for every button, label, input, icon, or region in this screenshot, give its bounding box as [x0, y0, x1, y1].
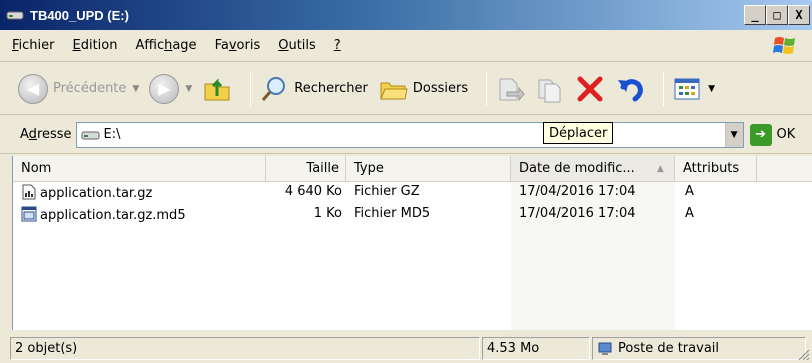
table-row[interactable]: application.tar.gz 4 640 Ko Fichier GZ 1… [13, 182, 812, 204]
file-attributes: A [685, 184, 694, 199]
menu-edition[interactable]: Edition [73, 38, 118, 53]
file-size: 1 Ko [313, 206, 342, 221]
drive-icon [81, 131, 100, 139]
windows-logo-icon [773, 37, 795, 54]
address-input[interactable]: E:\ ▼ [75, 121, 744, 148]
status-count: 2 objet(s) [10, 337, 480, 360]
md5-file-icon [21, 206, 37, 222]
search-button[interactable]: Rechercher [259, 74, 368, 104]
views-button[interactable]: ▼ [672, 74, 715, 104]
back-dropdown-icon[interactable]: ▼ [132, 84, 139, 94]
file-date: 17/04/2016 17:04 [519, 206, 636, 221]
resize-grip-icon[interactable] [796, 347, 810, 361]
sort-ascending-icon: ▲ [656, 163, 664, 174]
delete-button[interactable] [575, 74, 605, 104]
column-header-attributes[interactable]: Attributs [675, 156, 757, 182]
file-attributes: A [685, 206, 694, 221]
search-label: Rechercher [294, 81, 368, 96]
tooltip: Déplacer [543, 122, 614, 144]
folders-label: Dossiers [412, 81, 469, 96]
toolbar-separator [486, 71, 488, 106]
copy-to-button[interactable] [535, 74, 565, 104]
minimize-button[interactable]: _ [744, 5, 766, 25]
address-dropdown-icon[interactable]: ▼ [724, 122, 743, 147]
folders-button[interactable]: Dossiers [378, 74, 468, 104]
computer-icon [598, 342, 612, 355]
delete-icon [577, 76, 603, 101]
folder-up-icon [204, 77, 230, 100]
back-button[interactable]: ◀ Précédente ▼ [18, 73, 139, 104]
column-header-name[interactable]: Nom [13, 156, 266, 182]
column-header-size[interactable]: Taille [266, 156, 346, 182]
undo-button[interactable] [615, 74, 645, 104]
file-date: 17/04/2016 17:04 [519, 184, 636, 199]
go-button[interactable]: ➔ OK [749, 123, 796, 146]
menu-affichage[interactable]: Affichage [135, 38, 196, 53]
views-dropdown-icon[interactable]: ▼ [708, 84, 715, 94]
file-size: 4 640 Ko [284, 184, 342, 199]
file-list[interactable]: Nom Taille Type Date de modific... ▲ Att… [12, 156, 812, 330]
column-header-filler [757, 156, 812, 182]
views-icon [674, 78, 700, 99]
column-header-type[interactable]: Type [346, 156, 511, 182]
go-arrow-icon: ➔ [749, 123, 772, 146]
forward-button[interactable]: ▶ ▼ [149, 73, 192, 104]
status-size: 4.53 Mo [482, 337, 590, 360]
menu-favoris[interactable]: Favoris [215, 38, 261, 53]
menu-fichier[interactable]: Fichier [12, 38, 55, 53]
status-zone: Poste de travail [592, 337, 806, 360]
folders-icon [380, 82, 408, 99]
window-title: TB400_UPD (E:) [30, 7, 129, 23]
column-header-date[interactable]: Date de modific... ▲ [511, 156, 675, 182]
table-row[interactable]: application.tar.gz.md5 1 Ko Fichier MD5 … [13, 204, 812, 226]
toolbar-separator [250, 71, 252, 106]
copy-to-icon [538, 79, 561, 102]
back-label: Précédente [53, 81, 127, 96]
move-to-button[interactable] [495, 74, 525, 104]
maximize-button[interactable]: □ [766, 5, 788, 25]
up-folder-button[interactable] [202, 74, 232, 104]
file-name: application.tar.gz [21, 184, 152, 201]
archive-file-icon [22, 184, 36, 200]
explorer-window: TB400_UPD (E:) _ □ X Fichier Edition Aff… [0, 0, 812, 363]
menu-outils[interactable]: Outils [278, 38, 316, 53]
standard-toolbar: ◀ Précédente ▼ ▶ ▼ Rechercher Dossiers ▼ [0, 63, 812, 115]
search-icon [262, 76, 286, 101]
go-label: OK [776, 127, 796, 142]
status-bar: 2 objet(s) 4.53 Mo Poste de travail [0, 332, 812, 363]
drive-icon [6, 11, 24, 20]
move-to-icon [499, 78, 525, 101]
forward-arrow-icon: ▶ [149, 73, 180, 104]
title-bar[interactable]: TB400_UPD (E:) _ □ X [0, 0, 812, 30]
file-type: Fichier GZ [354, 184, 420, 199]
undo-icon [618, 78, 644, 101]
menu-aide[interactable]: ? [334, 38, 341, 53]
toolbar-separator [663, 71, 665, 106]
close-button[interactable]: X [788, 5, 810, 25]
file-name: application.tar.gz.md5 [21, 206, 186, 223]
address-label: Adresse [20, 127, 72, 142]
address-value: E:\ [103, 127, 121, 142]
back-arrow-icon: ◀ [18, 73, 48, 104]
address-bar: Adresse E:\ ▼ ➔ OK [0, 116, 812, 154]
menu-bar: Fichier Edition Affichage Favoris Outils… [0, 30, 812, 62]
forward-dropdown-icon[interactable]: ▼ [185, 84, 192, 94]
file-type: Fichier MD5 [354, 206, 431, 221]
